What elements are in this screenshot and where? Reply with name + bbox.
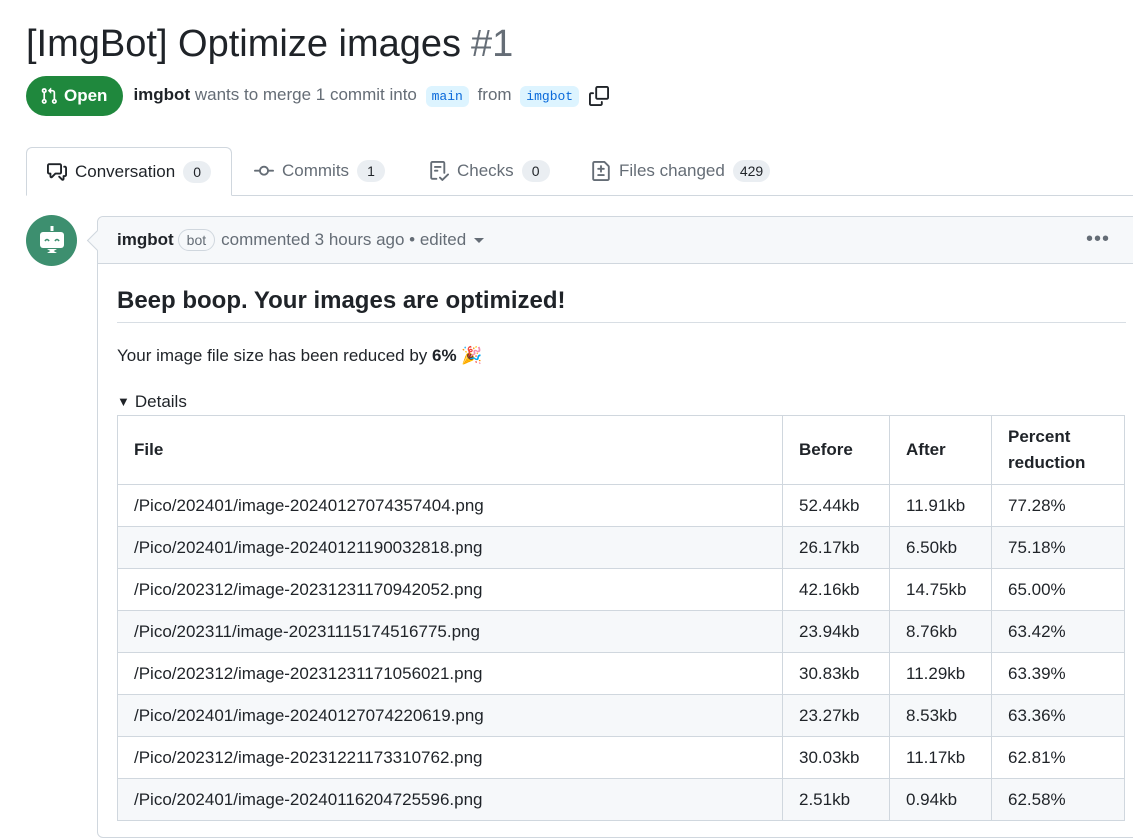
merge-text: wants to merge 1 commit into xyxy=(194,85,417,105)
copy-branch-button[interactable] xyxy=(589,86,610,106)
comment-body: Beep boop. Your images are optimized! Yo… xyxy=(98,286,1133,821)
table-row: /Pico/202401/image-20240127074357404.png… xyxy=(117,484,1125,527)
merge-summary: imgbot wants to merge 1 commit into main… xyxy=(133,85,583,107)
pr-tabs: Conversation 0 Commits 1 Checks 0 Files … xyxy=(26,147,1133,196)
cell-percent: 63.42% xyxy=(991,610,1125,653)
tab-files-changed[interactable]: Files changed 429 xyxy=(591,147,771,195)
table-row: /Pico/202311/image-20231115174516775.png… xyxy=(117,610,1125,653)
cell-percent: 62.81% xyxy=(991,736,1125,779)
cell-before: 23.27kb xyxy=(782,694,890,737)
details-toggle[interactable]: ▼ Details xyxy=(117,391,1126,413)
cell-after: 8.76kb xyxy=(889,610,992,653)
pr-meta: Open imgbot wants to merge 1 commit into… xyxy=(26,76,610,116)
details-label: Details xyxy=(134,392,187,411)
cell-percent: 63.36% xyxy=(991,694,1125,737)
robot-icon xyxy=(39,225,64,253)
tab-checks-label: Checks xyxy=(457,161,514,180)
table-row: /Pico/202401/image-20240127074220619.png… xyxy=(117,694,1125,737)
col-header-after: After xyxy=(889,415,992,485)
base-branch[interactable]: main xyxy=(425,85,469,107)
cell-file: /Pico/202401/image-20240121190032818.png xyxy=(117,526,783,569)
table-row: /Pico/202312/image-20231231171056021.png… xyxy=(117,652,1125,695)
git-pull-request-icon xyxy=(41,87,57,104)
summary-prefix: Your image file size has been reduced by xyxy=(117,346,428,365)
git-commit-icon xyxy=(254,165,274,176)
comment-header: imgbot bot commented 3 hours ago • edite… xyxy=(98,217,1133,264)
tab-files-changed-count: 429 xyxy=(732,160,771,182)
col-header-percent: Percent reduction xyxy=(991,415,1125,485)
table-row: /Pico/202312/image-20231221173310762.png… xyxy=(117,736,1125,779)
cell-file: /Pico/202401/image-20240127074220619.png xyxy=(117,694,783,737)
cell-percent: 65.00% xyxy=(991,568,1125,611)
checklist-icon xyxy=(430,161,449,181)
pr-number: #1 xyxy=(471,23,514,65)
cell-after: 0.94kb xyxy=(889,778,992,821)
copy-icon xyxy=(589,86,610,106)
pr-title-text: [ImgBot] Optimize images xyxy=(26,23,462,65)
cell-before: 42.16kb xyxy=(782,568,890,611)
table-row: /Pico/202401/image-20240121190032818.png… xyxy=(117,526,1125,569)
state-badge-open[interactable]: Open xyxy=(26,76,124,116)
optimization-table: File Before After Percent reduction /Pic… xyxy=(117,415,1125,821)
col-header-file: File xyxy=(117,415,783,485)
comment-heading: Beep boop. Your images are optimized! xyxy=(117,286,1126,323)
table-header-row: File Before After Percent reduction xyxy=(117,415,1125,485)
cell-percent: 77.28% xyxy=(991,484,1125,527)
tab-files-changed-label: Files changed xyxy=(619,161,725,180)
summary-text: Your image file size has been reduced by… xyxy=(117,345,1126,367)
tab-checks-count: 0 xyxy=(521,160,550,182)
cell-before: 2.51kb xyxy=(782,778,890,821)
kebab-menu-icon[interactable]: ••• xyxy=(1086,229,1110,249)
cell-before: 30.83kb xyxy=(782,652,890,695)
cell-percent: 62.58% xyxy=(991,778,1125,821)
table-body: /Pico/202401/image-20240127074357404.png… xyxy=(117,484,1125,821)
pr-author-link[interactable]: imgbot xyxy=(133,85,190,104)
cell-percent: 63.39% xyxy=(991,652,1125,695)
cell-file: /Pico/202312/image-20231231171056021.png xyxy=(117,652,783,695)
avatar[interactable] xyxy=(26,215,77,266)
tab-conversation[interactable]: Conversation 0 xyxy=(26,147,233,196)
cell-after: 8.53kb xyxy=(889,694,992,737)
tab-commits-label: Commits xyxy=(282,161,350,180)
cell-after: 11.29kb xyxy=(889,652,992,695)
cell-after: 11.91kb xyxy=(889,484,992,527)
cell-before: 23.94kb xyxy=(782,610,890,653)
party-popper-icon: 🎉 xyxy=(461,346,483,365)
comment-box: imgbot bot commented 3 hours ago • edite… xyxy=(97,216,1133,838)
state-label: Open xyxy=(64,86,108,105)
summary-value: 6% xyxy=(432,346,457,365)
tab-conversation-label: Conversation xyxy=(75,161,176,181)
head-branch[interactable]: imgbot xyxy=(520,85,580,107)
table-row: /Pico/202401/image-20240116204725596.png… xyxy=(117,778,1125,821)
comment-author-link[interactable]: imgbot xyxy=(117,230,174,250)
triangle-down-icon: ▼ xyxy=(117,394,130,409)
from-text: from xyxy=(477,85,512,105)
cell-percent: 75.18% xyxy=(991,526,1125,569)
cell-file: /Pico/202312/image-20231221173310762.png xyxy=(117,736,783,779)
cell-after: 14.75kb xyxy=(889,568,992,611)
cell-before: 52.44kb xyxy=(782,484,890,527)
cell-before: 30.03kb xyxy=(782,736,890,779)
bot-label: bot xyxy=(177,229,216,251)
cell-file: /Pico/202401/image-20240127074357404.png xyxy=(117,484,783,527)
col-header-before: Before xyxy=(782,415,890,485)
cell-file: /Pico/202311/image-20231115174516775.png xyxy=(117,610,783,653)
comment-discussion-icon xyxy=(47,162,67,181)
cell-file: /Pico/202312/image-20231231170942052.png xyxy=(117,568,783,611)
cell-before: 26.17kb xyxy=(782,526,890,569)
pr-title: [ImgBot] Optimize images #1 xyxy=(26,20,513,68)
cell-after: 11.17kb xyxy=(889,736,992,779)
cell-after: 6.50kb xyxy=(889,526,992,569)
tab-commits-count: 1 xyxy=(357,160,386,182)
tab-commits[interactable]: Commits 1 xyxy=(254,147,386,195)
comment-meta: commented 3 hours ago • edited xyxy=(221,230,467,249)
table-row: /Pico/202312/image-20231231170942052.png… xyxy=(117,568,1125,611)
tab-conversation-count: 0 xyxy=(183,160,212,183)
chevron-down-icon[interactable] xyxy=(474,237,485,243)
file-diff-icon xyxy=(592,161,610,181)
cell-file: /Pico/202401/image-20240116204725596.png xyxy=(117,778,783,821)
tab-checks[interactable]: Checks 0 xyxy=(429,147,550,195)
